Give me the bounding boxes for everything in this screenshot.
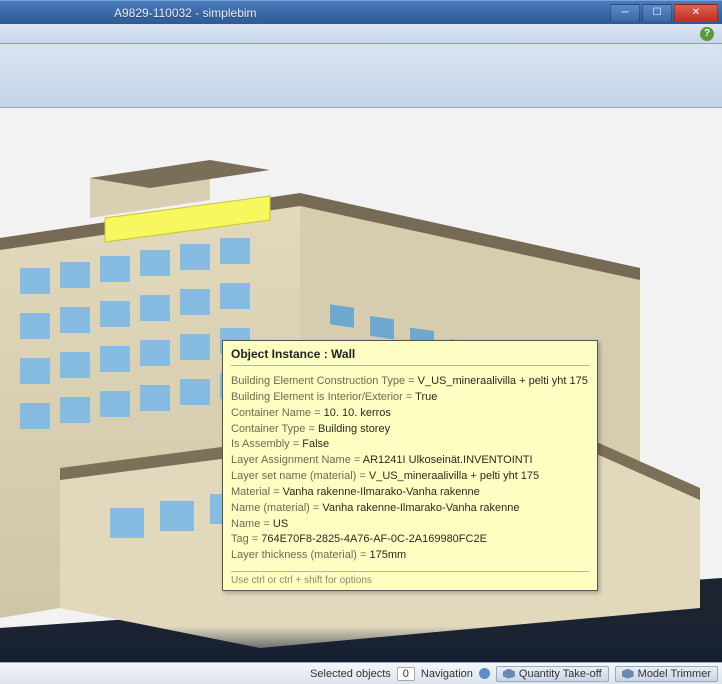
tooltip-row: Building Element Construction Type = V_U… <box>231 374 589 389</box>
tooltip-row: Tag = 764E70F8-2825-4A76-AF-0C-2A169980F… <box>231 532 589 547</box>
tooltip-row: Building Element is Interior/Exterior = … <box>231 390 589 405</box>
selected-objects-label: Selected objects <box>310 668 391 680</box>
menubar: ? <box>0 24 722 44</box>
cube-icon <box>622 669 634 679</box>
viewport-3d[interactable]: Object Instance : Wall Building Element … <box>0 108 722 662</box>
tooltip-row: Layer Assignment Name = AR1241I Ulkosein… <box>231 453 589 468</box>
tooltip-row: Name = US <box>231 517 589 532</box>
object-tooltip: Object Instance : Wall Building Element … <box>222 340 598 591</box>
maximize-button[interactable]: ☐ <box>642 4 672 22</box>
tooltip-row: Container Type = Building storey <box>231 422 589 437</box>
cube-icon <box>503 669 515 679</box>
navigation-label[interactable]: Navigation <box>421 668 473 680</box>
minimize-button[interactable]: ─ <box>610 4 640 22</box>
window-title: A9829-110032 - simplebim <box>114 6 257 20</box>
tooltip-row: Container Name = 10. 10. kerros <box>231 406 589 421</box>
window-controls: ─ ☐ ✕ <box>608 4 718 22</box>
tab-model-trimmer[interactable]: Model Trimmer <box>615 666 718 682</box>
tab-label: Model Trimmer <box>638 668 711 680</box>
ribbon-strip <box>0 44 722 108</box>
statusbar: Selected objects 0 Navigation Quantity T… <box>0 662 722 684</box>
tooltip-properties: Building Element Construction Type = V_U… <box>231 374 589 563</box>
tooltip-hint: Use ctrl or ctrl + shift for options <box>231 571 589 586</box>
tooltip-row: Is Assembly = False <box>231 437 589 452</box>
tooltip-row: Layer thickness (material) = 175mm <box>231 548 589 563</box>
tab-label: Quantity Take-off <box>519 668 602 680</box>
tab-quantity-takeoff[interactable]: Quantity Take-off <box>496 666 609 682</box>
window-titlebar: A9829-110032 - simplebim ─ ☐ ✕ <box>0 0 722 24</box>
tooltip-title: Object Instance : Wall <box>231 347 589 366</box>
tooltip-row: Material = Vanha rakenne-Ilmarako-Vanha … <box>231 485 589 500</box>
tooltip-row: Layer set name (material) = V_US_mineraa… <box>231 469 589 484</box>
info-icon[interactable] <box>479 668 490 679</box>
tooltip-row: Name (material) = Vanha rakenne-Ilmarako… <box>231 501 589 516</box>
close-button[interactable]: ✕ <box>674 4 718 22</box>
help-icon[interactable]: ? <box>700 27 714 41</box>
selected-objects-count: 0 <box>397 667 415 681</box>
